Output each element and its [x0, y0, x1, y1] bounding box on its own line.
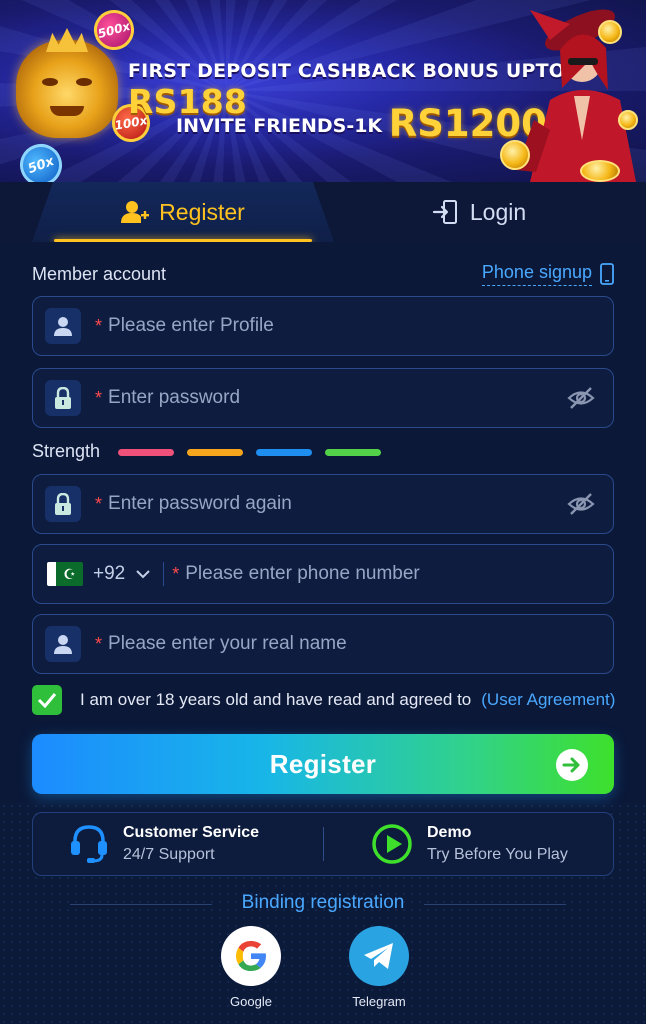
agreement-checkbox[interactable]: [32, 685, 62, 715]
profile-placeholder: Please enter Profile: [108, 315, 274, 336]
mask-eye: [76, 78, 92, 86]
support-card: Customer Service 24/7 Support Demo Try B…: [32, 812, 614, 876]
password-placeholder: Enter password: [108, 387, 241, 408]
profile-field[interactable]: * Please enter Profile: [32, 296, 614, 356]
phone-signup-link[interactable]: Phone signup: [481, 262, 614, 286]
mask-mouth: [50, 106, 84, 116]
checkmark-icon: [37, 693, 57, 708]
google-label: Google: [230, 994, 272, 1009]
heroine-illustration: [516, 9, 636, 182]
country-code: +92: [93, 563, 126, 584]
banner-invite-line: INVITE FRIENDS-1K RS1200: [176, 102, 547, 145]
gold-coin-icon: [580, 160, 620, 182]
required-mark: *: [95, 493, 103, 514]
field-divider: [163, 562, 165, 586]
demo-link[interactable]: Demo Try Before You Play: [371, 823, 568, 865]
promo-banner[interactable]: 500x 100x 50x FIRST DEPOSIT CASHBACK BON…: [0, 0, 646, 182]
tab-register-label: Register: [159, 198, 245, 225]
register-button[interactable]: Register: [32, 734, 614, 794]
required-mark: *: [95, 633, 103, 654]
required-mark: *: [172, 563, 180, 584]
smartphone-icon: [600, 263, 614, 285]
pakistan-flag-icon: ☪: [47, 562, 83, 586]
chevron-down-icon: [136, 570, 150, 579]
strength-label: Strength: [32, 441, 101, 461]
telegram-signup-button[interactable]: Telegram: [349, 926, 409, 1009]
register-button-label: Register: [269, 748, 377, 779]
password-again-field[interactable]: * Enter password again: [32, 474, 614, 534]
strength-bar-2: [187, 449, 243, 456]
strength-bar-3: [256, 449, 312, 456]
phone-field[interactable]: ☪ +92 * Please enter phone number: [32, 544, 614, 604]
password-field[interactable]: * Enter password: [32, 368, 614, 428]
agreement-row: I am over 18 years old and have read and…: [32, 684, 632, 716]
customer-service-link[interactable]: Customer Service 24/7 Support: [69, 823, 259, 865]
lock-icon: [45, 486, 81, 522]
gold-coin-icon: [598, 20, 622, 44]
add-user-icon: [121, 201, 150, 223]
password-again-placeholder: Enter password again: [108, 493, 292, 514]
google-signup-button[interactable]: Google: [221, 926, 281, 1009]
banner-cashback-text: FIRST DEPOSIT CASHBACK BONUS UPTO: [128, 60, 566, 82]
register-form-panel: Member account Phone signup * Please ent…: [0, 242, 646, 1024]
gold-coin-icon: [618, 110, 638, 130]
binding-registration-title: Binding registration: [241, 892, 405, 913]
real-name-field[interactable]: * Please enter your real name: [32, 614, 614, 674]
user-agreement-link[interactable]: (User Agreement): [481, 690, 615, 710]
member-account-label: Member account: [32, 264, 167, 284]
arrow-right-icon: [556, 749, 588, 781]
tab-register[interactable]: Register: [32, 182, 334, 242]
banner-invite-text: INVITE FRIENDS-1K: [176, 115, 383, 137]
agreement-text: I am over 18 years old and have read and…: [80, 690, 472, 709]
required-mark: *: [95, 315, 103, 336]
required-mark: *: [95, 387, 103, 408]
strength-bar-1: [118, 449, 174, 456]
divider-line: [424, 904, 566, 905]
auth-tabs: Register Login: [0, 182, 646, 242]
phone-signup-label: Phone signup: [481, 262, 592, 286]
user-icon: [45, 626, 81, 662]
gold-coin-icon: [500, 140, 530, 170]
telegram-icon: [349, 926, 409, 986]
binding-registration-header: Binding registration: [0, 892, 646, 914]
card-divider: [323, 827, 324, 861]
login-icon: [432, 200, 457, 224]
telegram-label: Telegram: [352, 994, 406, 1009]
customer-service-subtitle: 24/7 Support: [123, 846, 215, 863]
customer-service-title: Customer Service: [123, 824, 260, 841]
mask-eye: [42, 78, 58, 86]
strength-bar-4: [325, 449, 381, 456]
eye-off-icon[interactable]: [567, 386, 595, 410]
tab-login[interactable]: Login: [334, 182, 624, 242]
google-icon: [221, 926, 281, 986]
demo-subtitle: Try Before You Play: [427, 846, 568, 863]
lock-icon: [45, 380, 81, 416]
real-name-placeholder: Please enter your real name: [108, 633, 347, 654]
phone-placeholder: Please enter phone number: [185, 563, 420, 584]
golden-mask-icon: [16, 40, 118, 138]
divider-line: [70, 904, 212, 905]
user-icon: [45, 308, 81, 344]
eye-off-icon[interactable]: [567, 492, 595, 516]
play-icon: [372, 824, 412, 864]
headset-icon: [71, 825, 107, 863]
demo-title: Demo: [427, 824, 472, 841]
tab-login-label: Login: [469, 198, 527, 225]
country-code-selector[interactable]: ☪ +92: [47, 562, 151, 586]
